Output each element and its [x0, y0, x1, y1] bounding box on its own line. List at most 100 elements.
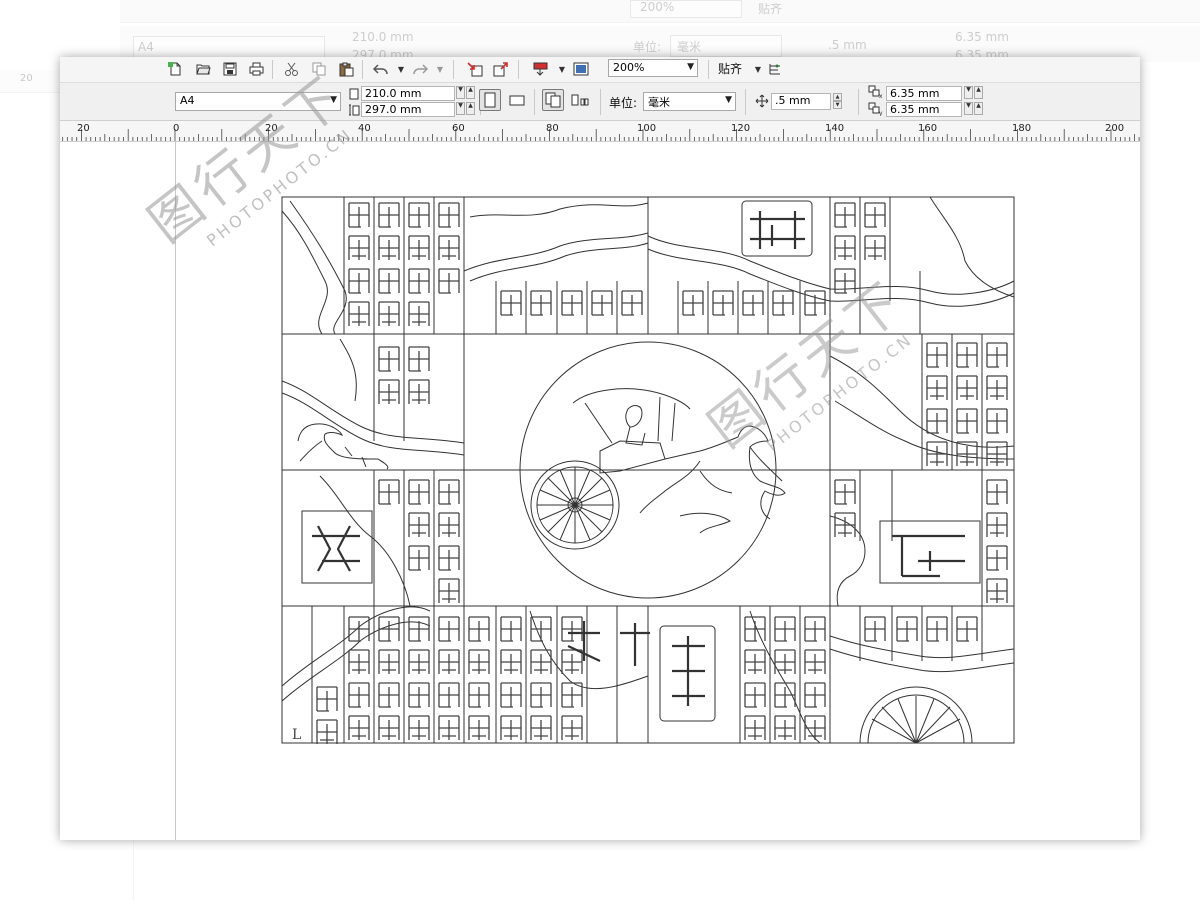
seal-glyph	[316, 686, 338, 712]
welcome-screen-icon[interactable]	[573, 61, 589, 77]
paper-size-select[interactable]: A4 ▼	[175, 92, 341, 111]
seal-glyph	[348, 235, 370, 260]
seal-glyph	[348, 649, 370, 674]
toolbar-separator	[858, 89, 859, 115]
seal-glyph	[530, 715, 552, 740]
seal-glyph	[438, 578, 460, 603]
seal-glyph	[378, 479, 400, 505]
seal-char-bottom	[567, 621, 650, 666]
duplicate-x-input[interactable]: 6.35 mm	[886, 86, 962, 101]
seal-glyph	[438, 202, 460, 228]
new-document-icon[interactable]	[167, 61, 183, 77]
drawing-canvas[interactable]: L	[60, 141, 1140, 841]
cloud-contour	[281, 210, 328, 335]
seal-box-top	[741, 200, 813, 257]
print-icon[interactable]	[248, 61, 264, 77]
seal-glyph	[926, 375, 948, 400]
seal-glyph	[316, 719, 338, 744]
duplicate-y-input[interactable]: 6.35 mm	[886, 102, 962, 117]
page-width-spinner-up[interactable]: ▲	[466, 86, 475, 99]
seal-char-left	[312, 525, 360, 572]
cart-wheel-spokes	[871, 696, 961, 744]
seal-glyph	[864, 235, 886, 260]
paper-size-value: A4	[180, 94, 195, 107]
redo-dropdown-icon[interactable]: ▼	[432, 61, 448, 77]
cloud-contour	[463, 232, 649, 272]
import-icon[interactable]	[467, 61, 483, 77]
ruler-label: 120	[731, 123, 751, 134]
page-width-input[interactable]: 210.0 mm	[361, 86, 455, 101]
page-height-spinner-up[interactable]: ▲	[466, 102, 475, 115]
seal-glyph	[774, 682, 796, 708]
seal-glyph	[438, 235, 460, 260]
nudge-spinner-up[interactable]: ▲	[833, 93, 842, 101]
undo-dropdown-icon[interactable]: ▼	[393, 61, 409, 77]
nudge-icon	[754, 93, 770, 109]
seal-glyph	[986, 578, 1008, 603]
background-snap: 贴齐	[758, 2, 783, 16]
ruler-label: 60	[452, 123, 465, 134]
snap-to-button[interactable]: 贴齐	[718, 60, 742, 77]
chariot-body	[599, 440, 666, 474]
page-width-spinner-down[interactable]: ▼	[456, 86, 465, 99]
undo-icon[interactable]	[373, 61, 389, 77]
seal-glyph	[926, 441, 948, 466]
options-icon[interactable]	[767, 61, 783, 77]
large-seal-characters	[312, 211, 965, 706]
chariot-horse	[639, 425, 786, 520]
chariot-horse-legs	[679, 512, 731, 534]
seal-glyph	[834, 512, 856, 537]
portrait-button[interactable]	[479, 89, 501, 111]
seal-glyph	[742, 290, 764, 316]
seal-script-glyphs	[316, 202, 1008, 744]
seal-glyph	[591, 290, 613, 316]
chariot-canopy-poles	[584, 396, 676, 444]
zoom-level-select[interactable]: 200% ▼	[608, 59, 698, 77]
duplicate-y-spinner-up[interactable]: ▲	[974, 102, 983, 115]
seal-glyph	[926, 408, 948, 434]
landscape-button[interactable]	[506, 89, 528, 111]
toolbar-separator	[534, 89, 535, 115]
seal-glyph	[772, 290, 794, 316]
ruler-label: 140	[825, 123, 845, 134]
paste-icon[interactable]	[338, 61, 354, 77]
all-pages-button[interactable]	[542, 89, 564, 111]
redo-icon[interactable]	[412, 61, 428, 77]
background-paper-preset: A4	[138, 40, 154, 54]
duplicate-y-spinner-down[interactable]: ▼	[964, 102, 973, 115]
text-strip-dividers-bottom-right	[739, 606, 801, 743]
export-icon[interactable]	[493, 61, 509, 77]
seal-glyph	[408, 649, 430, 674]
nudge-spinner-down[interactable]: ▼	[833, 101, 842, 109]
horizontal-ruler[interactable]: 20 0 20 40 60 80 100 120 140 160 180 200	[60, 121, 1140, 142]
seal-glyph	[621, 290, 643, 316]
seal-glyph	[408, 616, 430, 642]
nudge-distance-input[interactable]: .5 mm	[771, 93, 831, 110]
publish-dropdown-icon[interactable]: ▼	[554, 61, 570, 77]
duplicate-x-spinner-up[interactable]: ▲	[974, 86, 983, 99]
save-icon[interactable]	[222, 61, 238, 77]
duplicate-y-icon: y	[868, 101, 884, 117]
svg-text:x: x	[879, 93, 883, 99]
background-nudge: .5 mm	[828, 38, 867, 52]
cut-icon[interactable]	[283, 61, 299, 77]
seal-glyph	[956, 342, 978, 368]
seal-glyph	[561, 682, 583, 708]
current-page-button[interactable]	[569, 89, 591, 111]
page-height-input[interactable]: 297.0 mm	[361, 102, 455, 117]
seal-glyph	[896, 616, 918, 642]
page-height-spinner-down[interactable]: ▼	[456, 102, 465, 115]
snap-dropdown-icon[interactable]: ▼	[750, 61, 766, 77]
units-select[interactable]: 毫米 ▼	[643, 92, 736, 111]
ruler-label: 0	[173, 123, 180, 134]
seal-glyph	[348, 301, 370, 326]
seal-glyph	[500, 290, 522, 316]
duplicate-x-spinner-down[interactable]: ▼	[964, 86, 973, 99]
publish-icon[interactable]	[532, 61, 548, 77]
ruler-label: 20	[77, 123, 90, 134]
seal-glyph	[500, 682, 522, 708]
seal-glyph	[774, 715, 796, 740]
seal-glyph	[378, 616, 400, 642]
open-folder-icon[interactable]	[195, 61, 211, 77]
copy-icon[interactable]	[311, 61, 327, 77]
